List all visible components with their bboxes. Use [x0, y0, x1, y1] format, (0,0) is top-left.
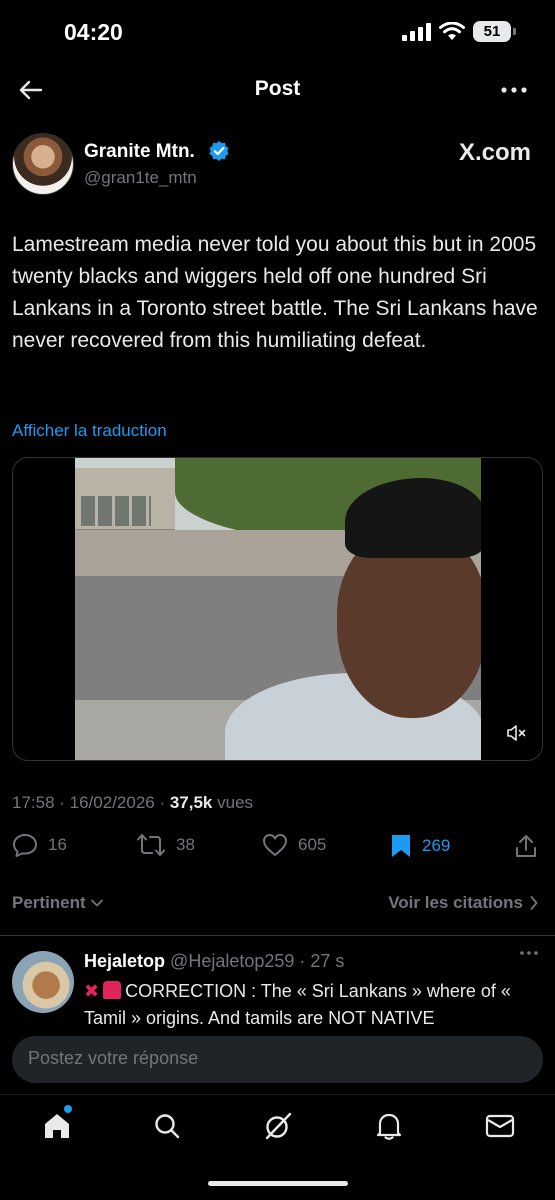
- reply-input[interactable]: Postez votre réponse: [12, 1036, 543, 1083]
- repost-count: 38: [176, 835, 195, 854]
- reply-avatar[interactable]: [12, 951, 74, 1013]
- status-bar: 04:20 51: [0, 0, 555, 66]
- chevron-right-icon: [530, 896, 538, 910]
- bell-icon: [376, 1113, 402, 1140]
- repost-icon: [137, 834, 165, 856]
- status-icons: 51: [401, 21, 516, 42]
- like-count: 605: [298, 835, 327, 854]
- x-watermark: X.com: [458, 139, 531, 166]
- author-name[interactable]: Granite Mtn.: [84, 141, 195, 163]
- grok-icon: [265, 1112, 292, 1140]
- status-time: 04:20: [64, 19, 123, 45]
- top-navigation: Post: [0, 66, 555, 114]
- reply-text: CORRECTION : The « Sri Lankans » where o…: [84, 981, 511, 1028]
- siren-icon: [103, 981, 122, 999]
- sort-label: Pertinent: [12, 893, 86, 912]
- bookmark-icon: [392, 835, 410, 857]
- view-quotes-label: Voir les citations: [388, 893, 523, 912]
- wifi-icon: [439, 22, 465, 40]
- back-button[interactable]: [14, 74, 48, 106]
- tab-home[interactable]: [40, 1105, 74, 1143]
- video-building: [75, 468, 175, 533]
- notification-dot: [64, 1105, 72, 1113]
- reply-button[interactable]: 16: [12, 833, 67, 857]
- view-count[interactable]: 37,5k: [170, 793, 213, 812]
- verified-icon: [209, 141, 229, 161]
- cross-mark-icon: ✖: [84, 981, 100, 1001]
- video-building-windows: [81, 496, 151, 526]
- mute-icon: [507, 725, 526, 741]
- tweet-meta: 17:58 · 16/02/2026 · 37,5k vues: [12, 793, 253, 813]
- home-indicator: [208, 1181, 348, 1186]
- reply-header: Hejaletop @Hejaletop259 · 27 s: [84, 951, 344, 972]
- reply-item[interactable]: Hejaletop @Hejaletop259 · 27 s ✖ CORRECTI…: [12, 948, 543, 1028]
- repost-button[interactable]: 38: [136, 833, 195, 857]
- tweet-text: Lamestream media never told you about th…: [12, 233, 538, 352]
- sort-dropdown[interactable]: Pertinent: [12, 893, 104, 913]
- more-options-button[interactable]: [497, 74, 531, 106]
- bookmark-button[interactable]: 269: [390, 833, 450, 859]
- battery-icon: 51: [473, 21, 516, 42]
- reply-count: 16: [48, 835, 67, 854]
- signal-icon: [402, 22, 431, 41]
- mute-button[interactable]: [504, 720, 530, 746]
- reply-more-icon[interactable]: [519, 950, 539, 956]
- view-quotes-link[interactable]: Voir les citations: [388, 893, 539, 913]
- reply-time: · 27 s: [294, 951, 345, 971]
- reply-text-block: ✖ CORRECTION : The « Sri Lankans » where …: [84, 978, 543, 1028]
- tab-messages[interactable]: [483, 1109, 517, 1143]
- tab-grok[interactable]: [261, 1109, 295, 1143]
- search-icon: [155, 1114, 180, 1139]
- tweet-date: 17:58 · 16/02/2026 ·: [12, 793, 170, 812]
- reply-icon: [13, 834, 37, 857]
- video-player[interactable]: [12, 457, 543, 761]
- video-frame[interactable]: [75, 458, 481, 760]
- reply-author-name[interactable]: Hejaletop: [84, 951, 165, 971]
- author-avatar[interactable]: [12, 133, 74, 195]
- share-button[interactable]: [514, 833, 538, 859]
- home-icon: [45, 1114, 69, 1138]
- tab-search[interactable]: [150, 1109, 184, 1143]
- like-icon: [263, 834, 287, 856]
- author-handle[interactable]: @gran1te_mtn: [84, 168, 197, 188]
- more-icon: [501, 87, 527, 93]
- tab-notifications[interactable]: [372, 1109, 406, 1143]
- mail-icon: [485, 1114, 515, 1138]
- author-block: Granite Mtn. @gran1te_mtn X.com: [12, 133, 543, 197]
- reply-author-handle[interactable]: @Hejaletop259: [170, 951, 294, 971]
- share-icon: [516, 835, 536, 857]
- bookmark-count: 269: [422, 836, 451, 855]
- like-button[interactable]: 605: [262, 833, 326, 857]
- page-title: Post: [254, 77, 301, 100]
- chevron-down-icon: [90, 899, 103, 907]
- back-arrow-icon: [19, 80, 43, 100]
- action-bar: 16 38 605 269: [0, 833, 555, 867]
- bottom-tab-bar: [0, 1094, 555, 1154]
- view-label: vues: [212, 793, 254, 812]
- translate-link[interactable]: Afficher la traduction: [12, 421, 167, 441]
- divider: [0, 935, 555, 936]
